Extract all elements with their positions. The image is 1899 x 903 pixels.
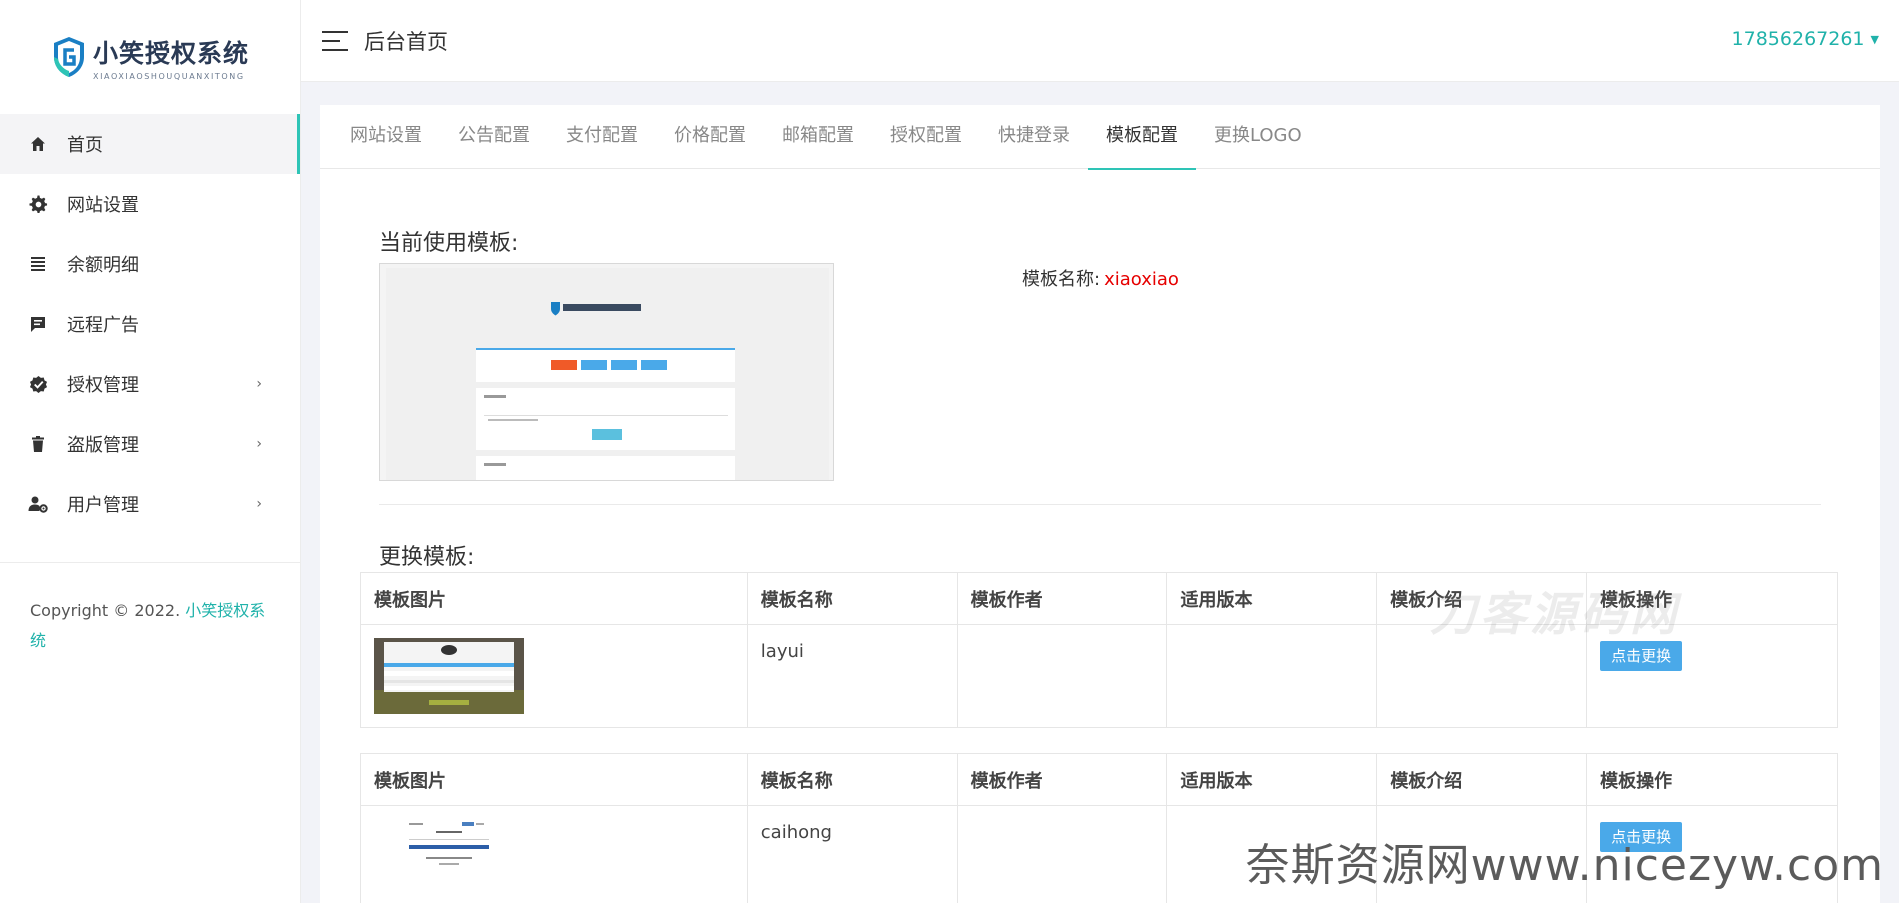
sidebar-item-label: 授权管理	[67, 375, 139, 396]
logo-title: 小笑授权系统	[92, 38, 249, 68]
message-icon	[28, 314, 48, 334]
user-menu[interactable]: 17856267261 ▼	[1732, 28, 1879, 50]
tab-email-config[interactable]: 邮箱配置	[764, 105, 872, 168]
top-header: 后台首页 17856267261 ▼	[301, 0, 1899, 82]
sidebar-item-label: 盗版管理	[67, 435, 139, 456]
current-template-preview	[379, 263, 834, 481]
settings-tabs: 网站设置 公告配置 支付配置 价格配置 邮箱配置 授权配置 快捷登录 模板配置 …	[320, 105, 1880, 170]
tab-price-config[interactable]: 价格配置	[656, 105, 764, 168]
sidebar-item-piracy-manage[interactable]: 盗版管理 ›	[0, 414, 300, 474]
template-name-cell: layui	[746, 624, 958, 728]
menu-toggle-icon[interactable]	[322, 30, 348, 51]
user-gear-icon	[28, 494, 48, 514]
copyright: Copyright © 2022. 小笑授权系统	[30, 596, 270, 656]
template-author-cell	[956, 805, 1168, 903]
logo[interactable]: 小笑授权系统 XIAOXIAOSHOUQUANXITONG	[0, 0, 300, 114]
gear-icon	[28, 194, 48, 214]
template-image-cell	[360, 624, 748, 728]
template-config-panel: 网站设置 公告配置 支付配置 价格配置 邮箱配置 授权配置 快捷登录 模板配置 …	[320, 105, 1880, 903]
copyright-text: Copyright © 2022.	[30, 601, 186, 620]
sidebar-item-label: 远程广告	[67, 315, 139, 336]
sidebar-item-site-settings[interactable]: 网站设置	[0, 174, 300, 234]
sidebar-divider	[0, 562, 301, 563]
template-name-value: xiaoxiao	[1104, 269, 1179, 290]
col-header-author: 模板作者	[956, 753, 1168, 806]
section-divider	[379, 504, 1821, 505]
col-header-name: 模板名称	[746, 753, 958, 806]
col-header-version: 适用版本	[1166, 753, 1378, 806]
user-phone: 17856267261	[1731, 28, 1865, 50]
sidebar-item-label: 余额明细	[67, 255, 139, 276]
table-header-row: 模板图片 模板名称 模板作者 适用版本 模板介绍 模板操作	[360, 753, 1838, 806]
change-template-title: 更换模板:	[379, 545, 475, 570]
template-thumbnail-caihong	[374, 819, 524, 895]
sidebar-item-label: 首页	[67, 135, 103, 156]
template-version-cell	[1166, 624, 1378, 728]
page-title: 后台首页	[364, 29, 448, 54]
sidebar-nav: 首页 网站设置 余额明细 远程广告 授权管理 › 盗版管理 › 用户管理 ›	[0, 114, 300, 534]
col-header-image: 模板图片	[360, 753, 748, 806]
list-icon	[28, 254, 48, 274]
sidebar-item-auth-manage[interactable]: 授权管理 ›	[0, 354, 300, 414]
logo-subtitle: XIAOXIAOSHOUQUANXITONG	[92, 71, 245, 81]
tab-notice-config[interactable]: 公告配置	[440, 105, 548, 168]
col-header-intro: 模板介绍	[1376, 753, 1588, 806]
home-icon	[28, 134, 48, 154]
sidebar-item-user-manage[interactable]: 用户管理 ›	[0, 474, 300, 534]
sidebar-item-home[interactable]: 首页	[0, 114, 300, 174]
badge-check-icon	[28, 374, 48, 394]
site-watermark: 奈斯资源网www.nicezyw.com	[1245, 840, 1884, 891]
template-name-label: 模板名称:	[1022, 269, 1101, 290]
tab-quick-login[interactable]: 快捷登录	[980, 105, 1088, 168]
chevron-right-icon: ›	[256, 376, 262, 392]
col-header-image: 模板图片	[360, 572, 748, 625]
chevron-right-icon: ›	[256, 496, 262, 512]
current-template-name: 模板名称: xiaoxiao	[1022, 265, 1179, 291]
trash-icon	[28, 434, 48, 454]
template-author-cell	[956, 624, 1168, 728]
shield-logo-icon	[53, 37, 84, 77]
sidebar: 小笑授权系统 XIAOXIAOSHOUQUANXITONG 首页 网站设置 余额…	[0, 0, 301, 903]
sidebar-item-label: 网站设置	[67, 195, 139, 216]
col-header-action: 模板操作	[1586, 753, 1838, 806]
col-header-version: 适用版本	[1166, 572, 1378, 625]
template-thumbnail-layui	[374, 638, 524, 714]
tab-template-config[interactable]: 模板配置	[1088, 105, 1196, 170]
change-template-button-layui[interactable]: 点击更换	[1600, 641, 1683, 671]
tab-payment-config[interactable]: 支付配置	[548, 105, 656, 168]
col-header-author: 模板作者	[956, 572, 1168, 625]
sidebar-item-label: 用户管理	[67, 495, 139, 516]
current-template-title: 当前使用模板:	[379, 231, 519, 256]
col-header-name: 模板名称	[746, 572, 958, 625]
chevron-right-icon: ›	[256, 436, 262, 452]
template-name-cell: caihong	[746, 805, 958, 903]
tab-change-logo[interactable]: 更换LOGO	[1196, 105, 1320, 168]
table-watermark: 刀客源码网	[1430, 587, 1680, 641]
caret-down-icon: ▼	[1870, 33, 1879, 46]
tab-site-settings[interactable]: 网站设置	[332, 105, 440, 168]
sidebar-item-remote-ads[interactable]: 远程广告	[0, 294, 300, 354]
tab-auth-config[interactable]: 授权配置	[872, 105, 980, 168]
template-image-cell	[360, 805, 748, 903]
template-preview-image	[380, 264, 833, 480]
sidebar-item-balance[interactable]: 余额明细	[0, 234, 300, 294]
